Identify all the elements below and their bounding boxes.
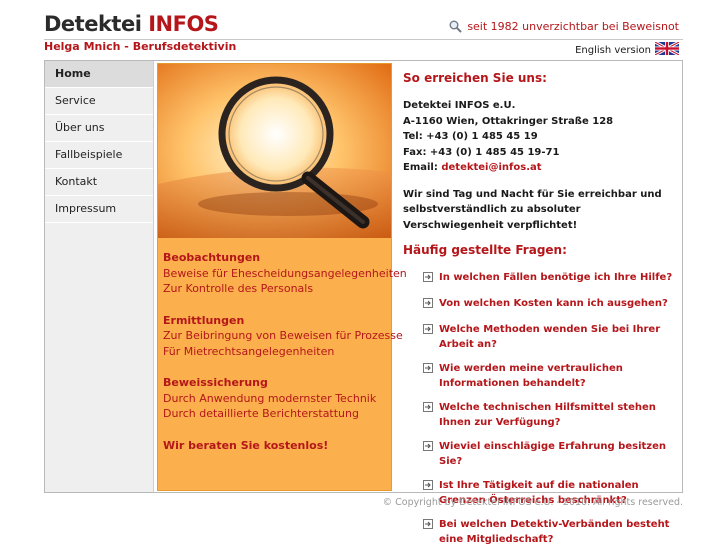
- service-line[interactable]: Beweise für Ehescheidungsangelegenheiten: [163, 266, 407, 282]
- service-line[interactable]: Durch Anwendung modernster Technik: [163, 391, 407, 407]
- arrow-box-icon: [423, 298, 433, 313]
- arrow-box-icon: [423, 402, 433, 430]
- copyright-notice: © Copyright by Detektei INFOS e.U. - 201…: [382, 497, 683, 508]
- nav-item-kontakt[interactable]: Kontakt: [45, 169, 153, 196]
- arrow-box-icon: [423, 441, 433, 469]
- faq-item[interactable]: Bei welchen Detektiv-Verbänden besteht e…: [403, 517, 683, 545]
- faq-question[interactable]: Wieviel einschlägige Erfahrung besitzen …: [439, 439, 683, 469]
- language-link[interactable]: English version: [575, 45, 651, 56]
- arrow-box-icon: [423, 324, 433, 352]
- arrow-box-icon: [423, 272, 433, 287]
- nav-item-home[interactable]: Home: [45, 61, 153, 88]
- nav-item-impressum[interactable]: Impressum: [45, 196, 153, 223]
- sidebar-nav: Home Service Über uns Fallbeispiele Kont…: [45, 61, 154, 492]
- service-group-beweissicherung: Beweissicherung Durch Anwendung modernst…: [163, 375, 407, 422]
- nav-item-service[interactable]: Service: [45, 88, 153, 115]
- service-group-ermittlungen: Ermittlungen Zur Beibringung von Beweise…: [163, 313, 407, 360]
- free-consultation-cta[interactable]: Wir beraten Sie kostenlos!: [163, 438, 407, 454]
- email-row: Email: detektei@infos.at: [403, 160, 683, 176]
- main-frame: Home Service Über uns Fallbeispiele Kont…: [44, 60, 683, 545]
- service-group-beobachtungen: Beobachtungen Beweise für Ehescheidungsa…: [163, 250, 407, 297]
- service-heading[interactable]: Beobachtungen: [163, 250, 407, 266]
- faq-item[interactable]: Von welchen Kosten kann ich ausgehen?: [403, 296, 683, 313]
- faq-question[interactable]: Welche Methoden wenden Sie bei Ihrer Arb…: [439, 322, 683, 352]
- email-label: Email:: [403, 162, 438, 173]
- tagline-text: seit 1982 unverzichtbar bei Beweisnot: [467, 20, 679, 33]
- availability-text: Wir sind Tag und Nacht für Sie erreichba…: [403, 188, 662, 231]
- arrow-box-icon: [423, 519, 433, 545]
- contact-title: So erreichen Sie uns:: [403, 71, 547, 85]
- faq-item[interactable]: Wie werden meine vertraulichen Informati…: [403, 361, 683, 391]
- nav-item-fallbeispiele[interactable]: Fallbeispiele: [45, 142, 153, 169]
- service-line[interactable]: Für Mietrechtsangelegenheiten: [163, 344, 407, 360]
- service-line[interactable]: Zur Kontrolle des Personals: [163, 281, 407, 297]
- service-heading[interactable]: Beweissicherung: [163, 375, 407, 391]
- street-address: A-1160 Wien, Ottakringer Straße 128: [403, 115, 614, 127]
- arrow-box-icon: [423, 363, 433, 391]
- magnifying-glass-illustration: [158, 64, 391, 238]
- faq-item[interactable]: Wieviel einschlägige Erfahrung besitzen …: [403, 439, 683, 469]
- contact-address: Detektei INFOS e.U. A-1160 Wien, Ottakri…: [403, 98, 683, 176]
- company-name: Detektei INFOS e.U.: [403, 100, 516, 111]
- email-link[interactable]: detektei@infos.at: [441, 162, 541, 173]
- uk-flag-icon[interactable]: [654, 40, 680, 58]
- service-line[interactable]: Zur Beibringung von Beweisen für Prozess…: [163, 328, 407, 344]
- page-subtitle: Helga Mnich - Berufsdetektivin: [44, 40, 237, 53]
- faq-question[interactable]: Welche technischen Hilfsmittel stehen Ih…: [439, 400, 683, 430]
- tagline: seit 1982 unverzichtbar bei Beweisnot: [449, 20, 679, 33]
- logo-main: Detektei: [44, 12, 142, 36]
- magnifier-icon: [449, 20, 463, 33]
- faq-item[interactable]: In welchen Fällen benötige ich Ihre Hilf…: [403, 270, 683, 287]
- services-list: Beobachtungen Beweise für Ehescheidungsa…: [163, 250, 407, 453]
- faq-question[interactable]: Wie werden meine vertraulichen Informati…: [439, 361, 683, 391]
- nav-item-ueber-uns[interactable]: Über uns: [45, 115, 153, 142]
- service-heading[interactable]: Ermittlungen: [163, 313, 407, 329]
- faq-title: Häufig gestellte Fragen:: [403, 243, 567, 257]
- faq-question[interactable]: Von welchen Kosten kann ich ausgehen?: [439, 296, 668, 313]
- faq-item[interactable]: Welche Methoden wenden Sie bei Ihrer Arb…: [403, 322, 683, 352]
- logo-accent: INFOS: [148, 12, 219, 36]
- service-line[interactable]: Durch detaillierte Berichterstattung: [163, 406, 407, 422]
- services-panel: Beobachtungen Beweise für Ehescheidungsa…: [157, 63, 407, 491]
- language-switch[interactable]: English version: [575, 40, 680, 58]
- hero-image: [158, 64, 391, 238]
- phone-number: Tel: +43 (0) 1 485 45 19: [403, 131, 538, 142]
- site-logo[interactable]: Detektei INFOS: [44, 12, 219, 36]
- faq-question[interactable]: In welchen Fällen benötige ich Ihre Hilf…: [439, 270, 672, 287]
- faq-item[interactable]: Welche technischen Hilfsmittel stehen Ih…: [403, 400, 683, 430]
- faq-question[interactable]: Bei welchen Detektiv-Verbänden besteht e…: [439, 517, 683, 545]
- contact-content: So erreichen Sie uns: Detektei INFOS e.U…: [403, 71, 683, 545]
- fax-number: Fax: +43 (0) 1 485 45 19-71: [403, 146, 560, 158]
